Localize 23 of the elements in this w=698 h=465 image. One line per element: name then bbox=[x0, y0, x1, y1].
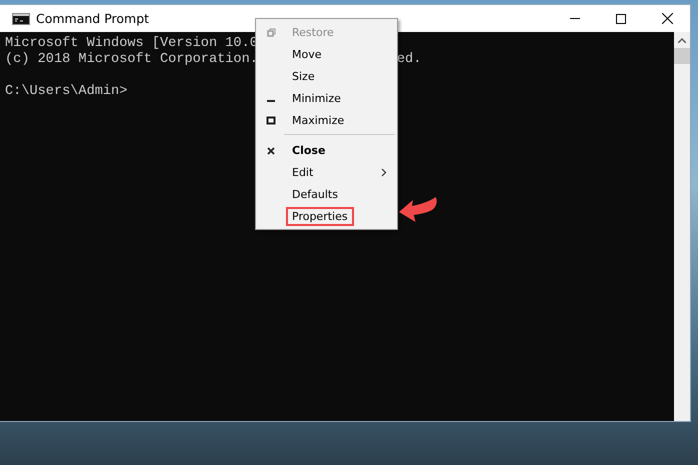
maximize-icon bbox=[616, 14, 626, 24]
scrollbar[interactable] bbox=[674, 32, 690, 421]
menu-item[interactable]: Defaults bbox=[256, 183, 397, 205]
close-icon bbox=[662, 13, 672, 24]
window-title: Command Prompt bbox=[36, 11, 150, 26]
menu-item[interactable]: Move bbox=[256, 43, 397, 65]
menu-item[interactable]: Minimize bbox=[256, 87, 397, 109]
maximize-icon bbox=[265, 114, 277, 126]
scroll-up-icon[interactable] bbox=[678, 38, 686, 42]
menu-item[interactable]: Close bbox=[256, 139, 397, 161]
console-line: (c) 2018 Microsoft Corporation. bbox=[5, 52, 258, 68]
menu-item[interactable]: Maximize bbox=[256, 109, 397, 131]
menu-item[interactable]: Properties bbox=[256, 205, 397, 227]
scrollbar-thumb[interactable] bbox=[674, 48, 690, 64]
menu-item[interactable]: Size bbox=[256, 65, 397, 87]
minimize-icon bbox=[570, 18, 580, 19]
minimize-icon bbox=[267, 100, 275, 102]
console-line: ed. bbox=[396, 52, 422, 68]
pointer-arrow bbox=[399, 195, 439, 223]
restore-icon bbox=[265, 26, 277, 38]
console-app-icon bbox=[12, 12, 30, 24]
menu-item[interactable]: Edit bbox=[256, 161, 397, 183]
console-line: C:\Users\Admin> bbox=[5, 84, 128, 100]
